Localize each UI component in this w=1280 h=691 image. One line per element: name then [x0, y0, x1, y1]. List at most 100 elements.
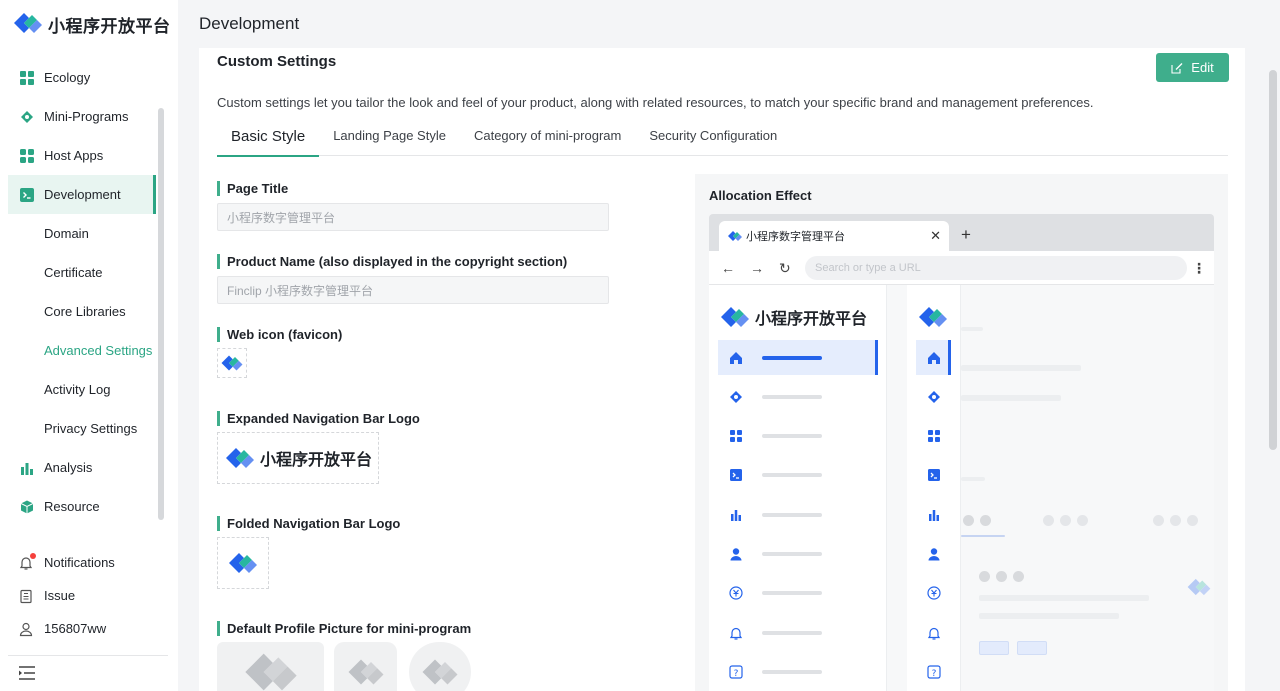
page-scrollbar[interactable]: [1269, 70, 1277, 450]
notifications-button[interactable]: Notifications: [8, 546, 168, 579]
coin-icon: [926, 586, 941, 600]
sidebar-item-label: Advanced Settings: [44, 343, 153, 358]
sidebar-item-label: Resource: [44, 499, 100, 514]
bell-icon: [18, 552, 36, 571]
default-avatar-large[interactable]: [217, 642, 324, 691]
preview-menu-item: [718, 537, 878, 572]
sidebar-item-analysis[interactable]: Analysis: [8, 448, 156, 487]
default-avatar-round[interactable]: [409, 642, 471, 691]
preview-folded-menu-item: [916, 458, 951, 493]
page-title-placeholder: 小程序数字管理平台: [227, 210, 336, 225]
bar-chart-icon: [731, 509, 741, 521]
default-avatar-label: Default Profile Picture for mini-program: [217, 621, 471, 636]
sidebar-footer: Notifications Issue 156807ww: [8, 546, 168, 645]
sidebar-item-domain[interactable]: Domain: [8, 214, 156, 253]
sidebar-item-label: Activity Log: [44, 382, 111, 397]
sidebar-item-label: Core Libraries: [44, 304, 126, 319]
custom-settings-card: Custom Settings Edit Custom settings let…: [199, 48, 1245, 691]
edit-button[interactable]: Edit: [1156, 53, 1229, 82]
folded-logo-upload[interactable]: [217, 537, 269, 589]
sidebar-item-label: Certificate: [44, 265, 103, 280]
sidebar-item-label: Development: [44, 187, 121, 202]
sidebar-item-label: Host Apps: [44, 148, 104, 163]
plus-icon: +: [961, 225, 971, 244]
sidebar-nav: Ecology Mini-Programs Host Apps Developm…: [8, 58, 156, 526]
terminal-icon: [20, 187, 34, 202]
sidebar-item-host-apps[interactable]: Host Apps: [8, 136, 156, 175]
preview-menu-item: [718, 615, 878, 650]
expanded-logo-label: Expanded Navigation Bar Logo: [217, 411, 420, 426]
sidebar-item-certificate[interactable]: Certificate: [8, 253, 156, 292]
sidebar-item-core-libraries[interactable]: Core Libraries: [8, 292, 156, 331]
sidebar-item-privacy-settings[interactable]: Privacy Settings: [8, 409, 156, 448]
forward-icon: →: [750, 260, 764, 276]
sidebar-item-label: Mini-Programs: [44, 109, 129, 124]
tab-landing-page-style[interactable]: Landing Page Style: [319, 128, 460, 156]
user-icon: [928, 548, 939, 561]
sidebar-item-label: Domain: [44, 226, 89, 241]
sidebar-item-resource[interactable]: Resource: [8, 487, 156, 526]
sidebar-item-development[interactable]: Development: [8, 175, 156, 214]
tab-basic-style[interactable]: Basic Style: [217, 128, 320, 157]
folded-logo-label: Folded Navigation Bar Logo: [217, 516, 400, 531]
browser-address-bar: ← → ↻ Search or type a URL ⋮: [709, 251, 1214, 285]
bar-chart-icon: [20, 461, 34, 475]
preview-menu-item: ?: [718, 654, 878, 689]
help-icon: ?: [926, 665, 941, 679]
ghost-line: [961, 365, 1081, 371]
preview-folded-menu-item: [916, 340, 951, 375]
diamond-icon: [927, 390, 940, 403]
expanded-logo-upload[interactable]: 小程序开放平台: [217, 432, 379, 484]
ghost-dot: [1077, 515, 1088, 526]
issue-button[interactable]: Issue: [8, 579, 168, 612]
preview-folded-menu-item: [916, 419, 951, 454]
home-icon: [927, 351, 940, 364]
avatar-placeholder-icon: [244, 653, 297, 691]
folded-logo-icon: [229, 553, 257, 573]
bell-icon: [729, 627, 743, 640]
cube-icon: [20, 500, 34, 514]
avatar-placeholder-icon: [422, 659, 458, 685]
apps-icon: [20, 148, 34, 163]
page-title-label: Page Title: [217, 181, 288, 196]
sidebar-item-activity-log[interactable]: Activity Log: [8, 370, 156, 409]
sidebar-item-label: Privacy Settings: [44, 421, 138, 436]
favicon-upload[interactable]: [217, 348, 247, 378]
ghost-dot: [1153, 515, 1164, 526]
settings-tabs: Basic Style Landing Page Style Category …: [217, 128, 1228, 157]
collapse-sidebar-button[interactable]: [18, 665, 36, 681]
ghost-dot: [1187, 515, 1198, 526]
sidebar-item-mini-programs[interactable]: Mini-Programs: [8, 97, 156, 136]
page-title-input[interactable]: 小程序数字管理平台: [217, 203, 609, 231]
terminal-icon: [927, 469, 940, 482]
reload-icon: ↻: [779, 260, 791, 276]
default-avatar-medium[interactable]: [334, 642, 397, 691]
user-icon: [730, 548, 742, 561]
web-icon-label: Web icon (favicon): [217, 327, 342, 342]
tab-category[interactable]: Category of mini-program: [460, 128, 635, 156]
sidebar-item-ecology[interactable]: Ecology: [8, 58, 156, 97]
sidebar-scrollbar[interactable]: [158, 108, 164, 520]
product-name-input[interactable]: Finclip 小程序数字管理平台: [217, 276, 609, 304]
preview-title: Allocation Effect: [709, 188, 812, 203]
url-placeholder: Search or type a URL: [815, 262, 921, 274]
ghost-dot: [980, 515, 991, 526]
preview-menu-item: [718, 497, 878, 532]
tab-security-configuration[interactable]: Security Configuration: [635, 128, 791, 156]
terminal-icon: [730, 469, 742, 482]
preview-menu-item: [718, 340, 878, 375]
user-account-button[interactable]: 156807ww: [8, 612, 168, 645]
username-label: 156807ww: [44, 621, 107, 636]
brand[interactable]: 小程序开放平台: [12, 10, 171, 38]
bar-chart-icon: [928, 509, 939, 521]
avatar-placeholder-icon: [348, 659, 383, 685]
sidebar-item-advanced-settings[interactable]: Advanced Settings: [8, 331, 156, 370]
page-title: Development: [199, 14, 300, 33]
browser-tab-title: 小程序数字管理平台: [746, 231, 845, 243]
ghost-dot: [996, 571, 1007, 582]
ghost-chip: [1017, 641, 1047, 655]
edit-icon: [1171, 62, 1183, 74]
preview-menu-item: [718, 419, 878, 454]
preview-logo-text: 小程序开放平台: [755, 311, 868, 328]
diamond-icon: [20, 110, 34, 124]
